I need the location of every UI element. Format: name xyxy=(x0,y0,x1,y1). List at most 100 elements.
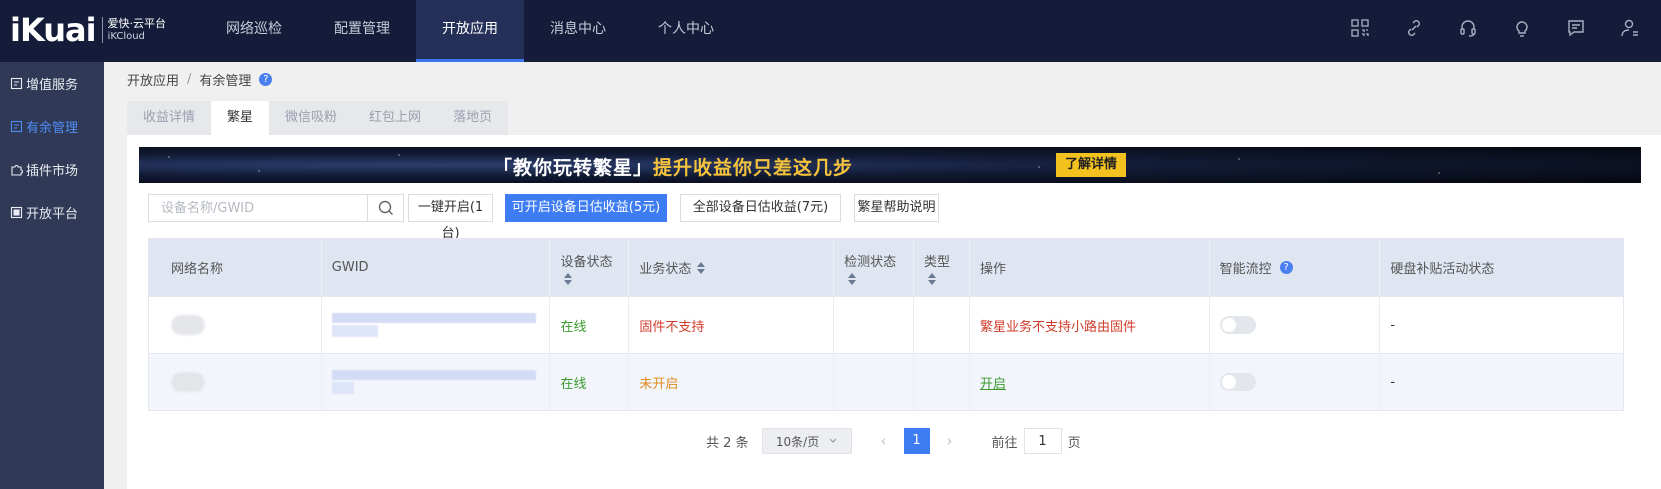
banner-learn-more-button[interactable]: 了解详情 xyxy=(1056,153,1127,177)
pagination: 共 2 条 10条/页 ‹ 1 › 前往 页 xyxy=(706,428,1081,454)
lightbulb-icon[interactable] xyxy=(1511,17,1533,39)
sort-icon[interactable] xyxy=(697,261,706,274)
nav-item-message-center[interactable]: 消息中心 xyxy=(524,0,632,62)
next-page-button[interactable]: › xyxy=(940,432,960,450)
search-icon xyxy=(378,200,393,215)
sidebar-item-value-added[interactable]: 增值服务 xyxy=(0,62,104,105)
user-settings-icon[interactable] xyxy=(1619,17,1641,39)
table-row: 在线 固件不支持 繁星业务不支持小路由固件 - xyxy=(149,296,1623,353)
col-detect-status-label: 检测状态 xyxy=(844,254,897,270)
tab-fanxing[interactable]: 繁星 xyxy=(211,101,270,135)
breadcrumb-separator: / xyxy=(187,72,192,87)
banner-subtitle: 提升收益你只差这几步 xyxy=(653,157,854,179)
col-device-status-label: 设备状态 xyxy=(560,254,613,270)
logo-text: 爱快·云平台 iKCloud xyxy=(108,17,167,43)
cell-action: 繁星业务不支持小路由固件 xyxy=(970,297,1210,353)
redacted-name xyxy=(171,372,205,392)
goto-label: 前往 xyxy=(991,435,1018,451)
enable-income-button[interactable]: 可开启设备日估收益(5元) xyxy=(505,194,667,222)
sort-icon[interactable] xyxy=(928,272,936,285)
cell-detect-status xyxy=(834,354,914,410)
help-icon[interactable]: ? xyxy=(1279,261,1293,274)
redacted-name xyxy=(171,315,205,335)
page-number-1[interactable]: 1 xyxy=(903,428,930,454)
cell-smart-flow xyxy=(1210,297,1381,353)
enable-link[interactable]: 开启 xyxy=(980,373,1006,392)
sidebar-item-surplus-management[interactable]: 有余管理 xyxy=(0,105,104,148)
sidebar-item-plugin-market[interactable]: 插件市场 xyxy=(0,148,104,191)
sidebar-item-open-platform[interactable]: 开放平台 xyxy=(0,191,104,234)
cell-business-status: 未开启 xyxy=(629,354,835,410)
nav-item-network-inspection[interactable]: 网络巡检 xyxy=(200,0,308,62)
logo-line1: 爱快·云平台 xyxy=(107,17,167,30)
page-suffix: 页 xyxy=(1067,435,1081,451)
qrcode-icon[interactable] xyxy=(1349,17,1371,39)
nav-item-config-management[interactable]: 配置管理 xyxy=(308,0,416,62)
cell-type xyxy=(914,354,970,410)
col-business-status-label: 业务状态 xyxy=(639,262,692,277)
headset-icon[interactable] xyxy=(1457,17,1479,39)
sort-icon[interactable] xyxy=(848,272,857,285)
breadcrumb-root[interactable]: 开放应用 xyxy=(127,70,179,89)
logo[interactable]: iKuai 爱快·云平台 iKCloud xyxy=(10,10,166,50)
tab-bar: 收益详情 繁星 微信吸粉 红包上网 落地页 xyxy=(127,101,509,135)
col-network-name: 网络名称 xyxy=(149,239,322,296)
platform-icon xyxy=(10,206,23,219)
all-income-button[interactable]: 全部设备日估收益(7元) xyxy=(680,194,841,222)
sidebar-item-label: 开放平台 xyxy=(26,207,79,222)
logo-divider xyxy=(101,17,103,43)
table-row: 在线 未开启 开启 - xyxy=(149,353,1623,410)
top-navbar: iKuai 爱快·云平台 iKCloud 网络巡检 配置管理 开放应用 消息中心… xyxy=(0,0,1661,62)
smart-flow-toggle[interactable] xyxy=(1219,373,1256,391)
tab-landing-page[interactable]: 落地页 xyxy=(437,101,508,135)
banner-title: 「教你玩转繁星」 xyxy=(493,157,654,179)
service-icon xyxy=(10,77,23,90)
link-icon[interactable] xyxy=(1403,17,1425,39)
chevron-down-icon xyxy=(829,438,837,443)
table-header: 网络名称 GWID 设备状态 业务状态 检测状态 类型 操作 智能流控 ? 硬盘… xyxy=(149,239,1623,296)
main-nav: 网络巡检 配置管理 开放应用 消息中心 个人中心 xyxy=(200,0,740,62)
promo-banner[interactable]: 「教你玩转繁星」提升收益你只差这几步 了解详情 xyxy=(139,147,1641,183)
breadcrumb: 开放应用 / 有余管理 ? xyxy=(127,70,273,89)
col-smart-flow-label: 智能流控 xyxy=(1219,262,1272,277)
page-size-value: 10条/页 xyxy=(775,434,820,449)
banner-text: 「教你玩转繁星」提升收益你只差这几步 xyxy=(493,153,853,180)
message-icon[interactable] xyxy=(1565,17,1587,39)
prev-page-button[interactable]: ‹ xyxy=(874,432,894,450)
col-gwid: GWID xyxy=(322,239,551,296)
sidebar-item-label: 插件市场 xyxy=(26,164,79,179)
nav-item-open-apps[interactable]: 开放应用 xyxy=(416,0,524,62)
search-input[interactable] xyxy=(149,195,369,221)
col-business-status[interactable]: 业务状态 xyxy=(629,239,835,296)
col-action: 操作 xyxy=(970,239,1210,296)
cell-device-status: 在线 xyxy=(550,354,630,410)
top-icon-bar xyxy=(1349,17,1641,39)
col-type[interactable]: 类型 xyxy=(914,239,970,296)
col-detect-status[interactable]: 检测状态 xyxy=(834,239,914,296)
cell-business-status: 固件不支持 xyxy=(629,297,835,353)
tab-red-packet[interactable]: 红包上网 xyxy=(353,101,437,135)
col-smart-flow: 智能流控 ? xyxy=(1210,239,1381,296)
fanxing-help-button[interactable]: 繁星帮助说明 xyxy=(854,194,939,222)
cell-network-name xyxy=(149,354,322,410)
tab-income-details[interactable]: 收益详情 xyxy=(127,101,211,135)
cell-disk-subsidy: - xyxy=(1390,317,1396,333)
col-device-status[interactable]: 设备状态 xyxy=(550,239,630,296)
goto-page-input[interactable] xyxy=(1023,428,1062,454)
cell-action: 开启 xyxy=(970,354,1210,410)
tab-wechat-fans[interactable]: 微信吸粉 xyxy=(269,101,353,135)
help-icon[interactable]: ? xyxy=(259,73,273,86)
plugin-icon xyxy=(10,163,23,176)
sidebar-item-label: 增值服务 xyxy=(26,78,79,93)
cell-smart-flow xyxy=(1210,354,1381,410)
pagination-total: 共 2 条 xyxy=(706,435,749,451)
page-size-select[interactable]: 10条/页 xyxy=(761,428,852,454)
sort-icon[interactable] xyxy=(564,272,573,285)
cell-gwid xyxy=(322,354,551,410)
enable-all-button[interactable]: 一键开启(1台) xyxy=(408,194,493,241)
logo-mark: iKuai xyxy=(10,11,97,49)
search-button[interactable] xyxy=(367,195,403,221)
smart-flow-toggle[interactable] xyxy=(1219,316,1256,334)
nav-item-personal-center[interactable]: 个人中心 xyxy=(632,0,740,62)
banner-starfield xyxy=(139,147,1641,183)
